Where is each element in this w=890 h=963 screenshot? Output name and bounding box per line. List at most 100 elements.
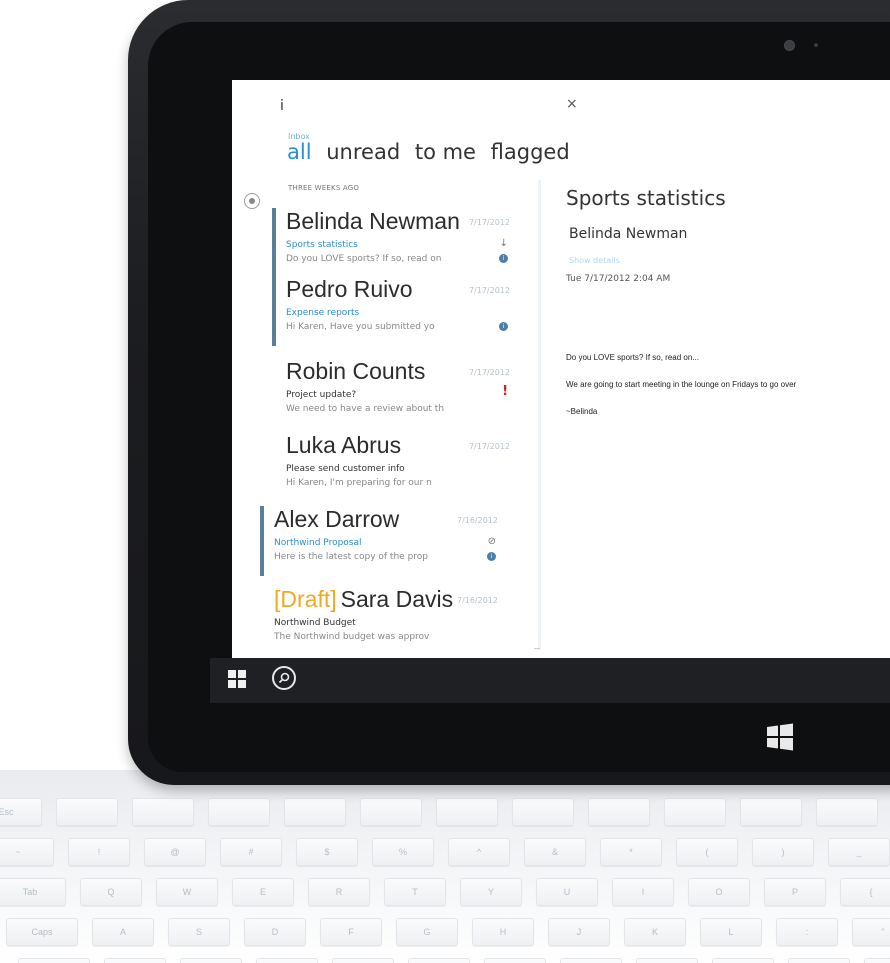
- keyboard-rows: Esc ~! @ # $% ^ & * () _ Tab Q W E R T Y U I O P { Caps A S D F G H J…: [0, 798, 890, 963]
- start-icon[interactable]: [228, 670, 246, 688]
- keyboard-key[interactable]: S: [168, 918, 230, 946]
- keyboard-key[interactable]: *: [600, 838, 662, 866]
- message-date: 7/17/2012: [468, 442, 510, 451]
- message-item[interactable]: Robin Counts 7/17/2012 Project update? We n…: [272, 358, 518, 428]
- keyboard-key[interactable]: &: [524, 838, 586, 866]
- reading-pane-sender[interactable]: Belinda Newman: [569, 226, 687, 242]
- keyboard-key[interactable]: [360, 798, 422, 826]
- keyboard-key[interactable]: U: [536, 878, 598, 906]
- keyboard-key[interactable]: _: [828, 838, 890, 866]
- filter-to-me[interactable]: to me: [415, 140, 476, 164]
- keyboard-key[interactable]: [132, 798, 194, 826]
- keyboard-row: Tab Q W E R T Y U I O P {: [0, 878, 890, 906]
- message-item[interactable]: Pedro Ruivo 7/17/2012 Expense reports Hi Ka…: [272, 276, 518, 346]
- text-cursor-icon: i: [280, 98, 284, 114]
- message-item[interactable]: Belinda Newman 7/17/2012 Sports statistics…: [272, 208, 518, 278]
- keyboard-key[interactable]: P: [764, 878, 826, 906]
- keyboard-key[interactable]: [208, 798, 270, 826]
- keyboard-key[interactable]: [284, 798, 346, 826]
- keyboard-key[interactable]: ?: [788, 958, 850, 963]
- keyboard-key[interactable]: [816, 798, 878, 826]
- info-badge-icon: i: [499, 322, 508, 331]
- keyboard-key[interactable]: [588, 798, 650, 826]
- filter-unread[interactable]: unread: [326, 140, 400, 164]
- keyboard-key[interactable]: O: [688, 878, 750, 906]
- message-item[interactable]: Alex Darrow 7/16/2012 Northwind Proposal He…: [260, 506, 506, 576]
- keyboard-key[interactable]: Z: [104, 958, 166, 963]
- keyboard-key[interactable]: W: [156, 878, 218, 906]
- keyboard-key[interactable]: Tab: [0, 878, 66, 906]
- keyboard-key[interactable]: %: [372, 838, 434, 866]
- keyboard-key[interactable]: A: [92, 918, 154, 946]
- keyboard-key[interactable]: ): [752, 838, 814, 866]
- keyboard-key[interactable]: Y: [460, 878, 522, 906]
- message-sender-name: Alex Darrow: [274, 506, 400, 532]
- keyboard-key[interactable]: R: [308, 878, 370, 906]
- keyboard-key[interactable]: [864, 958, 890, 963]
- message-sender-name: Luka Abrus: [286, 432, 402, 458]
- keyboard-key[interactable]: Esc: [0, 798, 42, 826]
- keyboard-key[interactable]: ~: [0, 838, 54, 866]
- keyboard-key[interactable]: Caps: [6, 918, 78, 946]
- keyboard-key[interactable]: [512, 798, 574, 826]
- keyboard-key[interactable]: N: [484, 958, 546, 963]
- keyboard-key[interactable]: [664, 798, 726, 826]
- keyboard-key[interactable]: K: [624, 918, 686, 946]
- keyboard-key[interactable]: M: [560, 958, 622, 963]
- message-sender: Alex Darrow: [274, 506, 399, 533]
- camera-icon: [784, 40, 795, 51]
- keyboard-key[interactable]: T: [384, 878, 446, 906]
- keyboard-key[interactable]: B: [408, 958, 470, 963]
- keyboard-key[interactable]: ^: [448, 838, 510, 866]
- keyboard-key[interactable]: C: [256, 958, 318, 963]
- keyboard-key[interactable]: F: [320, 918, 382, 946]
- body-line: Do you LOVE sports? If so, read on...: [566, 353, 699, 362]
- high-importance-icon: !: [502, 384, 508, 399]
- show-details-link[interactable]: Show details: [569, 256, 620, 265]
- message-sender-name: Pedro Ruivo: [286, 276, 413, 302]
- keyboard-key[interactable]: >: [712, 958, 774, 963]
- keyboard-key[interactable]: I: [612, 878, 674, 906]
- keyboard-key[interactable]: V: [332, 958, 394, 963]
- select-mode-icon[interactable]: [244, 193, 260, 209]
- windows-hardware-button-icon[interactable]: [766, 723, 794, 751]
- close-icon[interactable]: ×: [566, 96, 578, 112]
- keyboard-key[interactable]: <: [636, 958, 698, 963]
- keyboard-key[interactable]: #: [220, 838, 282, 866]
- unread-indicator: [272, 208, 276, 278]
- keyboard-key[interactable]: :: [776, 918, 838, 946]
- mail-app-screen: i × Inbox all unread to me flagged THREE…: [232, 80, 890, 658]
- keyboard-row: Esc: [0, 798, 890, 826]
- keyboard-key[interactable]: G: [396, 918, 458, 946]
- scroll-indicator[interactable]: [534, 648, 540, 649]
- message-sender: Luka Abrus: [286, 432, 401, 459]
- keyboard-key[interactable]: (: [676, 838, 738, 866]
- light-sensor-icon: [814, 43, 818, 47]
- keyboard-key[interactable]: [740, 798, 802, 826]
- keyboard-key[interactable]: E: [232, 878, 294, 906]
- filter-flagged[interactable]: flagged: [491, 140, 570, 164]
- keyboard-key[interactable]: Q: [80, 878, 142, 906]
- keyboard-key[interactable]: J: [548, 918, 610, 946]
- keyboard-key[interactable]: [56, 798, 118, 826]
- message-date: 7/16/2012: [456, 596, 498, 605]
- keyboard-key[interactable]: {: [840, 878, 890, 906]
- keyboard-key[interactable]: $: [296, 838, 358, 866]
- keyboard-key[interactable]: H: [472, 918, 534, 946]
- keyboard-key[interactable]: X: [180, 958, 242, 963]
- keyboard-key[interactable]: [436, 798, 498, 826]
- keyboard-key[interactable]: !: [68, 838, 130, 866]
- keyboard-row: ~! @ # $% ^ & * () _: [0, 838, 890, 866]
- message-item[interactable]: [Draft] Sara Davis 7/16/2012 Northwind Budg…: [260, 586, 506, 656]
- message-sender-name: Belinda Newman: [286, 208, 460, 234]
- keyboard-key[interactable]: @: [144, 838, 206, 866]
- keyboard-key[interactable]: Shift: [18, 958, 90, 963]
- keyboard-key[interactable]: ": [852, 918, 890, 946]
- filter-all[interactable]: all: [287, 140, 312, 164]
- reading-pane-date: Tue 7/17/2012 2:04 AM: [566, 274, 671, 284]
- message-subject: Northwind Proposal: [274, 538, 362, 548]
- keyboard-key[interactable]: D: [244, 918, 306, 946]
- search-icon[interactable]: [272, 666, 296, 690]
- message-item[interactable]: Luka Abrus 7/17/2012 Please send customer …: [272, 432, 518, 502]
- keyboard-key[interactable]: L: [700, 918, 762, 946]
